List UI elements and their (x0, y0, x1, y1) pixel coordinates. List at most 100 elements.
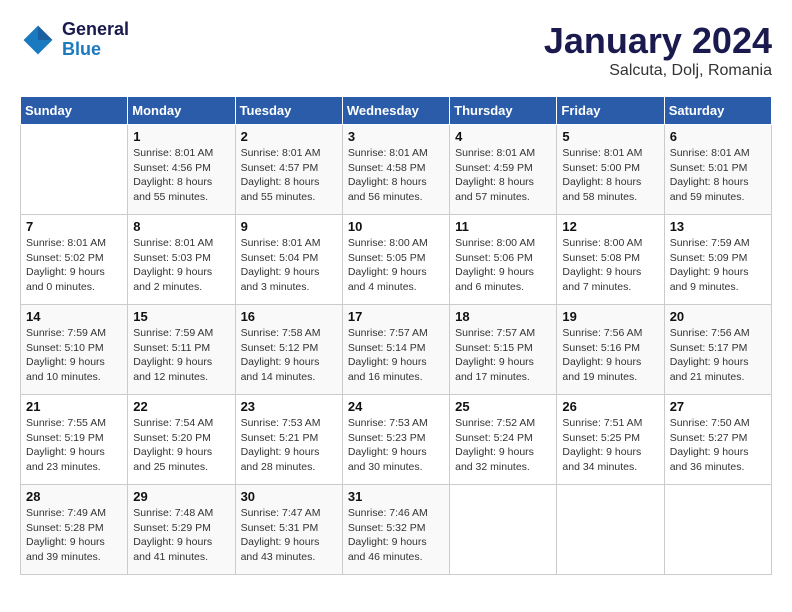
day-number: 27 (670, 399, 766, 414)
logo-text: General Blue (62, 20, 129, 60)
day-number: 26 (562, 399, 658, 414)
day-number: 18 (455, 309, 551, 324)
day-info: Sunrise: 7:59 AM Sunset: 5:09 PM Dayligh… (670, 236, 766, 295)
day-number: 29 (133, 489, 229, 504)
column-header-wednesday: Wednesday (342, 97, 449, 125)
calendar-cell: 12 Sunrise: 8:00 AM Sunset: 5:08 PM Dayli… (557, 215, 664, 305)
column-header-monday: Monday (128, 97, 235, 125)
day-number: 25 (455, 399, 551, 414)
calendar-cell: 29 Sunrise: 7:48 AM Sunset: 5:29 PM Dayli… (128, 485, 235, 575)
calendar-week-row: 7 Sunrise: 8:01 AM Sunset: 5:02 PM Daylig… (21, 215, 772, 305)
calendar-table: SundayMondayTuesdayWednesdayThursdayFrid… (20, 96, 772, 575)
logo-icon (20, 22, 56, 58)
day-info: Sunrise: 7:58 AM Sunset: 5:12 PM Dayligh… (241, 326, 337, 385)
day-info: Sunrise: 7:51 AM Sunset: 5:25 PM Dayligh… (562, 416, 658, 475)
logo: General Blue (20, 20, 129, 60)
day-info: Sunrise: 8:01 AM Sunset: 5:03 PM Dayligh… (133, 236, 229, 295)
day-number: 20 (670, 309, 766, 324)
calendar-cell: 24Sunrise: 7:53 AM Sunset: 5:23 PM Dayli… (342, 395, 449, 485)
column-header-tuesday: Tuesday (235, 97, 342, 125)
day-info: Sunrise: 8:01 AM Sunset: 4:56 PM Dayligh… (133, 146, 229, 205)
day-info: Sunrise: 7:49 AM Sunset: 5:28 PM Dayligh… (26, 506, 122, 565)
day-info: Sunrise: 7:47 AM Sunset: 5:31 PM Dayligh… (241, 506, 337, 565)
calendar-cell: 11 Sunrise: 8:00 AM Sunset: 5:06 PM Dayli… (450, 215, 557, 305)
day-info: Sunrise: 7:54 AM Sunset: 5:20 PM Dayligh… (133, 416, 229, 475)
calendar-cell: 7 Sunrise: 8:01 AM Sunset: 5:02 PM Daylig… (21, 215, 128, 305)
calendar-cell: 16 Sunrise: 7:58 AM Sunset: 5:12 PM Dayli… (235, 305, 342, 395)
calendar-cell (664, 485, 771, 575)
calendar-cell: 1 Sunrise: 8:01 AM Sunset: 4:56 PM Daylig… (128, 125, 235, 215)
column-header-friday: Friday (557, 97, 664, 125)
day-number: 11 (455, 219, 551, 234)
calendar-cell: 6 Sunrise: 8:01 AM Sunset: 5:01 PM Daylig… (664, 125, 771, 215)
day-number: 23 (241, 399, 337, 414)
day-info: Sunrise: 8:00 AM Sunset: 5:05 PM Dayligh… (348, 236, 444, 295)
calendar-cell (557, 485, 664, 575)
calendar-cell: 30 Sunrise: 7:47 AM Sunset: 5:31 PM Dayli… (235, 485, 342, 575)
day-number: 31 (348, 489, 444, 504)
day-info: Sunrise: 7:56 AM Sunset: 5:16 PM Dayligh… (562, 326, 658, 385)
day-info: Sunrise: 7:53 AM Sunset: 5:21 PM Dayligh… (241, 416, 337, 475)
calendar-cell: 25 Sunrise: 7:52 AM Sunset: 5:24 PM Dayli… (450, 395, 557, 485)
day-number: 8 (133, 219, 229, 234)
column-header-saturday: Saturday (664, 97, 771, 125)
day-number: 9 (241, 219, 337, 234)
calendar-cell: 13 Sunrise: 7:59 AM Sunset: 5:09 PM Dayli… (664, 215, 771, 305)
day-number: 6 (670, 129, 766, 144)
day-info: Sunrise: 8:01 AM Sunset: 4:57 PM Dayligh… (241, 146, 337, 205)
day-info: Sunrise: 8:01 AM Sunset: 5:01 PM Dayligh… (670, 146, 766, 205)
calendar-cell: 14 Sunrise: 7:59 AM Sunset: 5:10 PM Dayli… (21, 305, 128, 395)
calendar-cell: 19Sunrise: 7:56 AM Sunset: 5:16 PM Dayli… (557, 305, 664, 395)
day-number: 17 (348, 309, 444, 324)
calendar-cell: 18Sunrise: 7:57 AM Sunset: 5:15 PM Dayli… (450, 305, 557, 395)
day-info: Sunrise: 8:01 AM Sunset: 5:04 PM Dayligh… (241, 236, 337, 295)
calendar-week-row: 1 Sunrise: 8:01 AM Sunset: 4:56 PM Daylig… (21, 125, 772, 215)
day-info: Sunrise: 7:59 AM Sunset: 5:11 PM Dayligh… (133, 326, 229, 385)
page-header: General Blue January 2024 Salcuta, Dolj,… (20, 20, 772, 80)
day-number: 24 (348, 399, 444, 414)
day-info: Sunrise: 8:01 AM Sunset: 5:02 PM Dayligh… (26, 236, 122, 295)
month-title: January 2024 (544, 20, 772, 62)
calendar-cell: 22 Sunrise: 7:54 AM Sunset: 5:20 PM Dayli… (128, 395, 235, 485)
day-info: Sunrise: 8:00 AM Sunset: 5:06 PM Dayligh… (455, 236, 551, 295)
column-header-sunday: Sunday (21, 97, 128, 125)
day-info: Sunrise: 7:59 AM Sunset: 5:10 PM Dayligh… (26, 326, 122, 385)
calendar-week-row: 14 Sunrise: 7:59 AM Sunset: 5:10 PM Dayli… (21, 305, 772, 395)
calendar-week-row: 21 Sunrise: 7:55 AM Sunset: 5:19 PM Dayli… (21, 395, 772, 485)
day-info: Sunrise: 8:00 AM Sunset: 5:08 PM Dayligh… (562, 236, 658, 295)
calendar-cell: 20 Sunrise: 7:56 AM Sunset: 5:17 PM Dayli… (664, 305, 771, 395)
day-number: 21 (26, 399, 122, 414)
day-info: Sunrise: 7:48 AM Sunset: 5:29 PM Dayligh… (133, 506, 229, 565)
day-info: Sunrise: 8:01 AM Sunset: 4:58 PM Dayligh… (348, 146, 444, 205)
day-number: 14 (26, 309, 122, 324)
calendar-cell: 15 Sunrise: 7:59 AM Sunset: 5:11 PM Dayli… (128, 305, 235, 395)
calendar-cell: 8 Sunrise: 8:01 AM Sunset: 5:03 PM Daylig… (128, 215, 235, 305)
calendar-cell: 26 Sunrise: 7:51 AM Sunset: 5:25 PM Dayli… (557, 395, 664, 485)
day-number: 3 (348, 129, 444, 144)
day-info: Sunrise: 7:46 AM Sunset: 5:32 PM Dayligh… (348, 506, 444, 565)
calendar-cell: 17Sunrise: 7:57 AM Sunset: 5:14 PM Dayli… (342, 305, 449, 395)
day-number: 1 (133, 129, 229, 144)
day-number: 22 (133, 399, 229, 414)
day-number: 4 (455, 129, 551, 144)
day-number: 13 (670, 219, 766, 234)
day-number: 16 (241, 309, 337, 324)
day-info: Sunrise: 7:55 AM Sunset: 5:19 PM Dayligh… (26, 416, 122, 475)
calendar-cell (21, 125, 128, 215)
day-info: Sunrise: 8:01 AM Sunset: 4:59 PM Dayligh… (455, 146, 551, 205)
day-number: 2 (241, 129, 337, 144)
calendar-cell: 23 Sunrise: 7:53 AM Sunset: 5:21 PM Dayli… (235, 395, 342, 485)
day-number: 15 (133, 309, 229, 324)
column-header-thursday: Thursday (450, 97, 557, 125)
calendar-cell: 27Sunrise: 7:50 AM Sunset: 5:27 PM Dayli… (664, 395, 771, 485)
day-info: Sunrise: 8:01 AM Sunset: 5:00 PM Dayligh… (562, 146, 658, 205)
calendar-cell: 4 Sunrise: 8:01 AM Sunset: 4:59 PM Daylig… (450, 125, 557, 215)
day-number: 30 (241, 489, 337, 504)
calendar-cell: 31 Sunrise: 7:46 AM Sunset: 5:32 PM Dayli… (342, 485, 449, 575)
calendar-cell: 10Sunrise: 8:00 AM Sunset: 5:05 PM Dayli… (342, 215, 449, 305)
day-info: Sunrise: 7:52 AM Sunset: 5:24 PM Dayligh… (455, 416, 551, 475)
day-info: Sunrise: 7:56 AM Sunset: 5:17 PM Dayligh… (670, 326, 766, 385)
location-subtitle: Salcuta, Dolj, Romania (544, 62, 772, 80)
day-number: 12 (562, 219, 658, 234)
day-number: 7 (26, 219, 122, 234)
